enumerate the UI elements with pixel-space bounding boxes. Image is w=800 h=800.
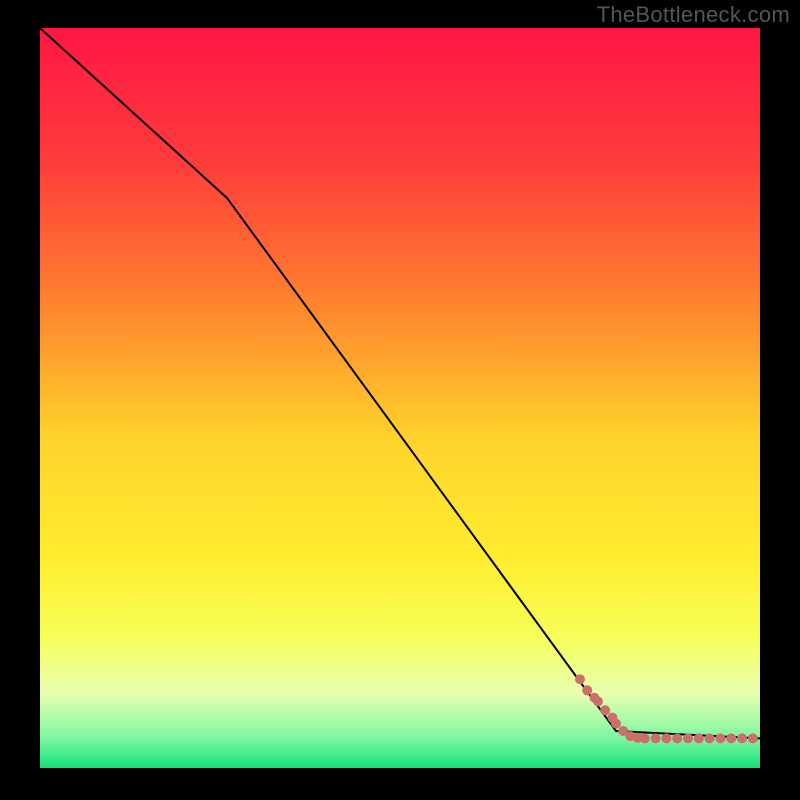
scatter-point [575, 674, 585, 684]
scatter-point [715, 733, 725, 743]
scatter-point [748, 733, 758, 743]
scatter-point [593, 696, 603, 706]
chart-svg [40, 28, 760, 768]
scatter-point [611, 719, 621, 729]
scatter-point [600, 705, 610, 715]
scatter-point [683, 733, 693, 743]
scatter-point [651, 733, 661, 743]
scatter-point [661, 733, 671, 743]
chart-frame: TheBottleneck.com [0, 0, 800, 800]
plot-area [40, 28, 760, 768]
scatter-point [582, 685, 592, 695]
scatter-point [737, 733, 747, 743]
watermark-text: TheBottleneck.com [597, 2, 790, 28]
scatter-point [705, 733, 715, 743]
scatter-point [726, 733, 736, 743]
scatter-point [672, 733, 682, 743]
scatter-point [640, 733, 650, 743]
gradient-background [40, 28, 760, 768]
scatter-point [694, 733, 704, 743]
